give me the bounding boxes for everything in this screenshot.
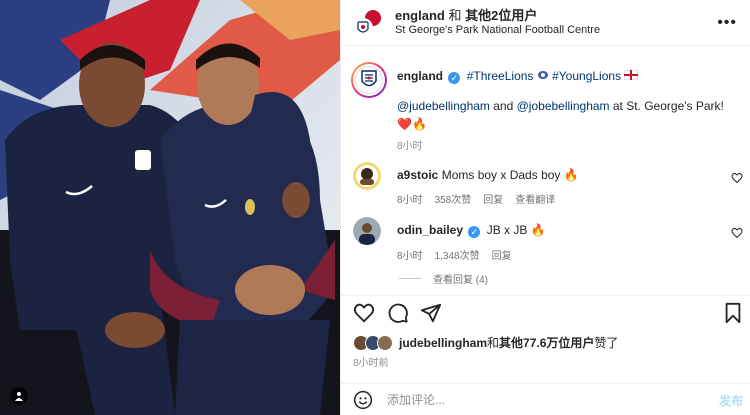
post-photo-illustration xyxy=(0,0,340,415)
post-timestamp[interactable]: 8小时 xyxy=(397,137,750,152)
comment-text: Moms boy x Dads boy 🔥 xyxy=(441,168,579,182)
header-account-link[interactable]: england xyxy=(395,8,445,23)
likes-and-text: 和 xyxy=(487,336,500,350)
reply-button[interactable]: 回复 xyxy=(492,247,512,262)
add-comment-bar: 发布 xyxy=(341,383,750,415)
comment-time[interactable]: 8小时 xyxy=(397,247,423,262)
england-flag-icon xyxy=(624,69,639,81)
post-comment-button[interactable]: 发布 xyxy=(719,392,743,409)
caption-text: and xyxy=(493,99,514,113)
comment-item: odin_bailey ✓ JB x JB 🔥 8小时 1,348次赞 回复 xyxy=(341,217,750,262)
header-title: england 和 其他2位用户 xyxy=(395,8,600,24)
reply-button[interactable]: 回复 xyxy=(483,191,503,206)
more-options-icon[interactable]: ••• xyxy=(717,14,737,32)
hashtag-link[interactable]: #YoungLions xyxy=(552,69,621,83)
post-age[interactable]: 8小时前 xyxy=(353,354,389,369)
like-comment-heart-icon[interactable] xyxy=(731,227,743,239)
like-heart-icon[interactable] xyxy=(353,302,375,324)
likes-summary: judebellingham 和 其他77.6万位用户 赞了 xyxy=(353,334,618,351)
comment-username[interactable]: a9stoic xyxy=(397,168,438,182)
commenter-avatar[interactable] xyxy=(353,217,381,245)
view-replies-button[interactable]: 查看回复 (4) xyxy=(397,271,488,286)
mention-link[interactable]: @jobebellingham xyxy=(517,99,610,113)
share-send-icon[interactable] xyxy=(420,302,442,324)
comment-likes-count[interactable]: 358次赞 xyxy=(435,191,472,206)
action-bar xyxy=(341,295,750,327)
author-avatar[interactable] xyxy=(351,62,387,98)
location-link[interactable]: St George's Park National Football Centr… xyxy=(395,24,600,38)
comment-username[interactable]: odin_bailey xyxy=(397,223,463,237)
see-translation-button[interactable]: 查看翻译 xyxy=(515,191,555,206)
liker-username[interactable]: judebellingham xyxy=(399,336,487,350)
comment-bubble-icon[interactable] xyxy=(387,302,409,324)
likes-count-link[interactable]: 其他77.6万位用户 xyxy=(499,334,594,351)
post-photo[interactable] xyxy=(0,0,340,415)
comment-time[interactable]: 8小时 xyxy=(397,191,423,206)
hashtag-link[interactable]: #ThreeLions xyxy=(467,69,534,83)
post-detail-panel: england 和 其他2位用户 St George's Park Nation… xyxy=(340,0,750,415)
save-bookmark-icon[interactable] xyxy=(722,302,744,324)
commenter-avatar[interactable] xyxy=(353,162,381,190)
comment-text: JB x JB 🔥 xyxy=(486,223,546,237)
divider xyxy=(399,278,421,279)
verified-badge-icon: ✓ xyxy=(468,226,481,238)
likes-suffix: 赞了 xyxy=(594,336,619,350)
comment-input[interactable] xyxy=(387,392,687,407)
view-replies-label: 查看回复 (4) xyxy=(433,275,488,286)
comment-item: a9stoic Moms boy x Dads boy 🔥 8小时 358次赞 … xyxy=(341,162,750,206)
mention-link[interactable]: @judebellingham xyxy=(397,99,490,113)
author-username[interactable]: england xyxy=(397,69,443,83)
verified-badge-icon: ✓ xyxy=(448,72,461,84)
emoji-smiley-icon[interactable] xyxy=(353,390,373,410)
avatar xyxy=(353,17,373,38)
liker-avatars[interactable] xyxy=(353,334,397,351)
caption-text: at St. George's Park! xyxy=(612,99,724,113)
header-with-text: 和 xyxy=(448,7,462,23)
header-others-link[interactable]: 其他2位用户 xyxy=(465,8,537,23)
collab-avatars[interactable] xyxy=(353,7,383,38)
comment-likes-count[interactable]: 1,348次赞 xyxy=(435,247,480,262)
england-crest-icon xyxy=(361,70,377,87)
lion-icon xyxy=(537,71,548,79)
caption-section: england ✓ #ThreeLions #YoungLions @judeb… xyxy=(341,60,750,152)
post-header: england 和 其他2位用户 St George's Park Nation… xyxy=(341,0,750,46)
caption-emojis: ❤️🔥 xyxy=(397,117,427,131)
like-comment-heart-icon[interactable] xyxy=(731,172,743,184)
tagged-users-icon[interactable] xyxy=(10,387,28,405)
